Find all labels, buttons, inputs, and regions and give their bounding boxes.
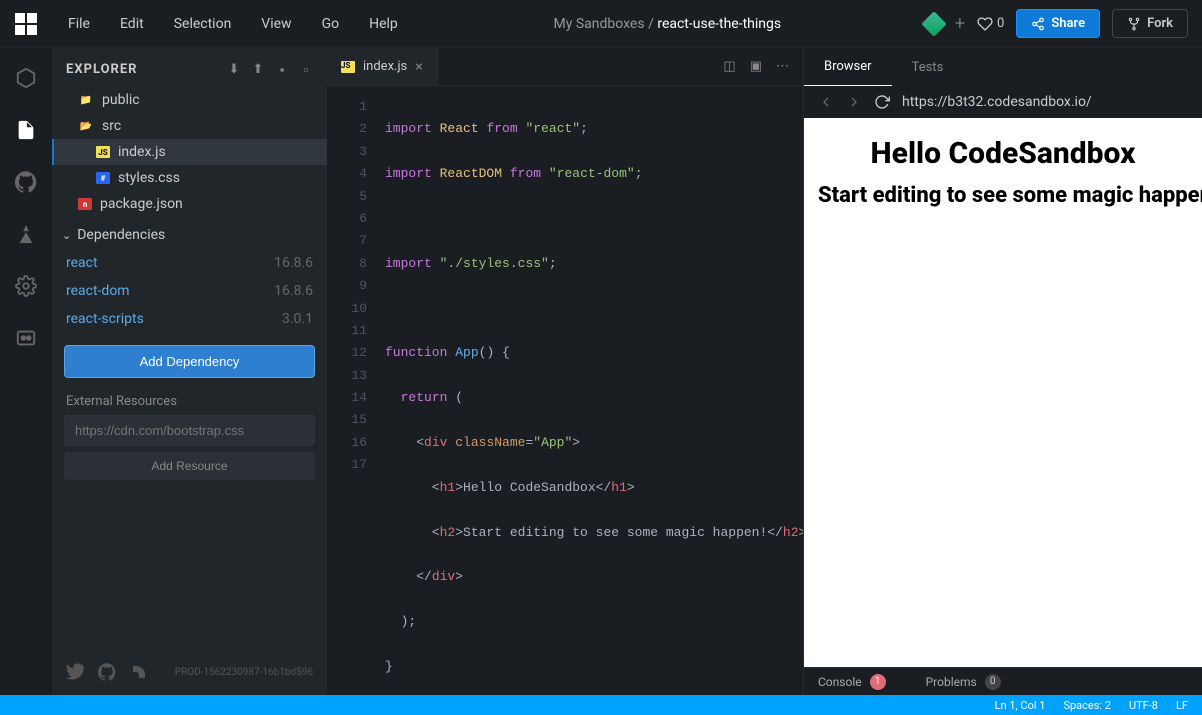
activity-settings[interactable] [8, 268, 44, 304]
topbar-right: + 0 Share Fork [925, 9, 1194, 38]
chevron-down-icon: ⌄ [62, 229, 71, 242]
url-display[interactable]: https://b3t32.codesandbox.io/ [902, 94, 1188, 110]
file-tree: 📁public 📂src JSindex.js #styles.css npac… [52, 87, 327, 217]
new-folder-icon[interactable]: ▫ [299, 63, 313, 77]
explorer-title: EXPLORER [66, 62, 138, 77]
dep-react-scripts[interactable]: react-scripts3.0.1 [52, 305, 327, 333]
address-bar: https://b3t32.codesandbox.io/ [804, 86, 1202, 118]
new-file-icon[interactable]: ▪ [275, 63, 289, 77]
dep-react[interactable]: react16.8.6 [52, 249, 327, 277]
css-file-icon: # [96, 172, 110, 184]
fork-icon [1127, 17, 1141, 31]
menu-edit[interactable]: Edit [108, 10, 156, 38]
line-gutter: 1234567891011121314151617 [327, 86, 385, 695]
close-tab-icon[interactable]: × [415, 59, 422, 75]
explorer-panel: EXPLORER ⬇ ⬆ ▪ ▫ 📁public 📂src JSindex.js… [52, 48, 327, 695]
status-cursor-pos[interactable]: Ln 1, Col 1 [995, 699, 1046, 712]
folder-open-icon: 📂 [78, 118, 94, 134]
activity-deploy[interactable] [8, 216, 44, 252]
editor-tab-bar: JS index.js × ◫ ▣ ⋯ [327, 48, 803, 86]
folder-icon: 📁 [78, 92, 94, 108]
status-spaces[interactable]: Spaces: 2 [1063, 699, 1111, 712]
menu-go[interactable]: Go [310, 10, 352, 38]
like-number: 0 [997, 16, 1004, 31]
external-resource-input[interactable] [64, 415, 315, 446]
editor-tab-actions: ◫ ▣ ⋯ [709, 48, 803, 85]
js-file-icon: JS [96, 146, 110, 158]
console-bar: Console1 Problems0 [804, 667, 1202, 695]
preview-heading-2: Start editing to see some magic happen! [818, 183, 1188, 208]
breadcrumb[interactable]: My Sandboxes / react-use-the-things [410, 16, 925, 32]
console-error-badge: 1 [870, 674, 886, 690]
spectrum-icon[interactable] [130, 663, 148, 681]
preview-panel: Browser Tests https://b3t32.codesandbox.… [803, 48, 1202, 695]
heart-icon [977, 16, 993, 32]
menu-items: File Edit Selection View Go Help [56, 10, 410, 38]
editor-tab-index-js[interactable]: JS index.js × [327, 48, 438, 85]
activity-github[interactable] [8, 164, 44, 200]
add-dependency-button[interactable]: Add Dependency [64, 345, 315, 378]
github-icon[interactable] [98, 663, 116, 681]
menu-view[interactable]: View [249, 10, 303, 38]
activity-info[interactable] [8, 60, 44, 96]
menu-selection[interactable]: Selection [162, 10, 244, 38]
back-icon[interactable] [818, 94, 834, 110]
external-resources-label: External Resources [52, 388, 327, 413]
activity-explorer[interactable] [8, 112, 44, 148]
dependencies-header[interactable]: ⌄Dependencies [52, 217, 327, 249]
fork-label: Fork [1147, 16, 1173, 31]
twitter-icon[interactable] [66, 663, 84, 681]
problems-badge: 0 [985, 674, 1001, 690]
top-menu-bar: File Edit Selection View Go Help My Sand… [0, 0, 1202, 48]
code-area[interactable]: 1234567891011121314151617 import React f… [327, 86, 803, 695]
tab-tests[interactable]: Tests [892, 48, 964, 86]
download-icon[interactable]: ⬇ [227, 63, 241, 77]
refresh-icon[interactable] [874, 94, 890, 110]
file-index-js[interactable]: JSindex.js [52, 139, 327, 165]
upload-icon[interactable]: ⬆ [251, 63, 265, 77]
preview-layout-icon[interactable]: ▣ [750, 59, 762, 74]
split-layout-icon[interactable]: ◫ [723, 59, 735, 74]
more-actions-icon[interactable]: ⋯ [776, 59, 789, 74]
frozen-sandbox-icon[interactable] [921, 11, 946, 36]
file-styles-css[interactable]: #styles.css [52, 165, 327, 191]
new-sandbox-icon[interactable]: + [955, 13, 965, 34]
preview-tabs: Browser Tests [804, 48, 1202, 86]
folder-src[interactable]: 📂src [52, 113, 327, 139]
forward-icon[interactable] [846, 94, 862, 110]
activity-bar [0, 48, 52, 695]
explorer-footer: PROD-1562230987-16b1bd596 [52, 649, 327, 695]
like-count[interactable]: 0 [977, 16, 1004, 32]
dep-react-dom[interactable]: react-dom16.8.6 [52, 277, 327, 305]
share-icon [1031, 17, 1045, 31]
folder-public[interactable]: 📁public [52, 87, 327, 113]
status-encoding[interactable]: UTF-8 [1129, 699, 1158, 712]
js-file-icon: JS [341, 61, 355, 73]
breadcrumb-project: react-use-the-things [657, 16, 781, 32]
share-label: Share [1051, 16, 1085, 31]
main-area: EXPLORER ⬇ ⬆ ▪ ▫ 📁public 📂src JSindex.js… [0, 48, 1202, 695]
npm-file-icon: n [78, 198, 92, 210]
console-toggle[interactable]: Console1 [818, 674, 886, 690]
preview-heading-1: Hello CodeSandbox [818, 136, 1188, 171]
explorer-header: EXPLORER ⬇ ⬆ ▪ ▫ [52, 48, 327, 87]
breadcrumb-parent: My Sandboxes [554, 16, 645, 32]
code-content[interactable]: import React from "react"; import ReactD… [385, 86, 803, 695]
menu-help[interactable]: Help [357, 10, 410, 38]
tab-filename: index.js [363, 59, 407, 74]
build-id: PROD-1562230987-16b1bd596 [175, 667, 313, 678]
tab-browser[interactable]: Browser [804, 48, 892, 86]
menu-file[interactable]: File [56, 10, 102, 38]
file-package-json[interactable]: npackage.json [52, 191, 327, 217]
share-button[interactable]: Share [1016, 9, 1100, 38]
fork-button[interactable]: Fork [1112, 9, 1188, 38]
activity-live[interactable] [8, 320, 44, 356]
preview-frame: Hello CodeSandbox Start editing to see s… [804, 118, 1202, 667]
code-editor: JS index.js × ◫ ▣ ⋯ 12345678910111213141… [327, 48, 803, 695]
status-eol[interactable]: LF [1176, 699, 1188, 712]
app-logo[interactable] [8, 6, 44, 42]
status-bar: Ln 1, Col 1 Spaces: 2 UTF-8 LF [0, 695, 1202, 715]
add-resource-button[interactable]: Add Resource [64, 452, 315, 480]
problems-toggle[interactable]: Problems0 [926, 674, 1001, 690]
